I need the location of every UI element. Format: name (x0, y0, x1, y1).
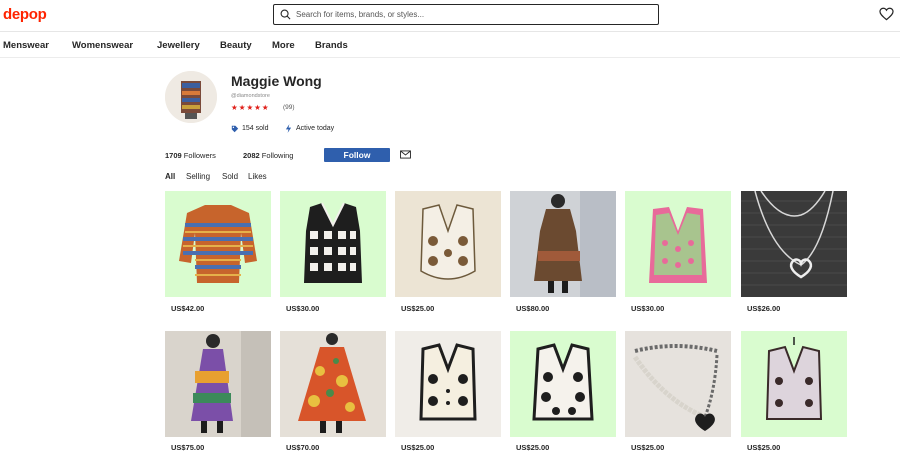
nav-item-brands[interactable]: Brands (315, 40, 348, 51)
product-card[interactable] (510, 191, 616, 297)
product-price: US$80.00 (516, 304, 550, 313)
top-bar: depop (0, 0, 900, 32)
tab-sold[interactable]: Sold (222, 172, 238, 181)
product-card[interactable] (625, 191, 731, 297)
product-card[interactable] (280, 191, 386, 297)
product-card[interactable] (165, 191, 271, 297)
product-card[interactable] (625, 331, 731, 437)
nav-item-womenswear[interactable]: Womenswear (72, 40, 133, 51)
tab-all[interactable]: All (165, 172, 175, 181)
product-price: US$70.00 (286, 443, 320, 452)
product-card[interactable] (510, 331, 616, 437)
product-card[interactable] (395, 331, 501, 437)
nav-item-menswear[interactable]: Menswear (3, 40, 49, 51)
follow-button[interactable]: Follow (324, 148, 390, 162)
nav-item-beauty[interactable]: Beauty (220, 40, 252, 51)
depop-logo[interactable]: depop (3, 6, 47, 23)
active-status: Active today (296, 125, 335, 132)
product-price: US$25.00 (631, 443, 665, 452)
product-price: US$25.00 (401, 304, 435, 313)
rating-stars[interactable]: ★★★★★ (231, 103, 270, 112)
search-input[interactable] (296, 6, 651, 23)
product-price: US$30.00 (286, 304, 320, 313)
product-card[interactable] (395, 191, 501, 297)
product-price: US$75.00 (171, 443, 205, 452)
product-price: US$25.00 (516, 443, 550, 452)
product-price: US$42.00 (171, 304, 205, 313)
category-nav: Menswear Womenswear Jewellery Beauty Mor… (0, 33, 900, 58)
message-icon[interactable] (400, 150, 411, 159)
review-count[interactable]: (99) (283, 104, 295, 111)
product-price: US$26.00 (747, 304, 781, 313)
product-price: US$30.00 (631, 304, 665, 313)
following-count: 2082 (243, 151, 260, 160)
profile-handle: @diamondstore (231, 93, 270, 99)
heart-icon[interactable] (879, 7, 894, 21)
followers-label: Followers (183, 151, 216, 160)
product-price: US$25.00 (747, 443, 781, 452)
following-link[interactable]: 2082 Following (243, 151, 293, 160)
sold-count: 154 sold (242, 125, 269, 132)
lightning-icon (285, 124, 292, 133)
followers-link[interactable]: 1709 Followers (165, 151, 216, 160)
avatar (165, 71, 217, 123)
product-card[interactable] (165, 331, 271, 437)
search-bar[interactable] (273, 4, 659, 25)
nav-item-more[interactable]: More (272, 40, 295, 51)
product-price: US$25.00 (401, 443, 435, 452)
product-card[interactable] (741, 331, 847, 437)
product-card[interactable] (741, 191, 847, 297)
profile-name: Maggie Wong (231, 73, 322, 89)
tab-selling[interactable]: Selling (186, 172, 210, 181)
nav-item-jewellery[interactable]: Jewellery (157, 40, 200, 51)
search-icon (280, 9, 291, 20)
tag-icon (231, 125, 239, 133)
tab-likes[interactable]: Likes (248, 172, 267, 181)
followers-count: 1709 (165, 151, 182, 160)
product-card[interactable] (280, 331, 386, 437)
following-label: Following (261, 151, 294, 160)
